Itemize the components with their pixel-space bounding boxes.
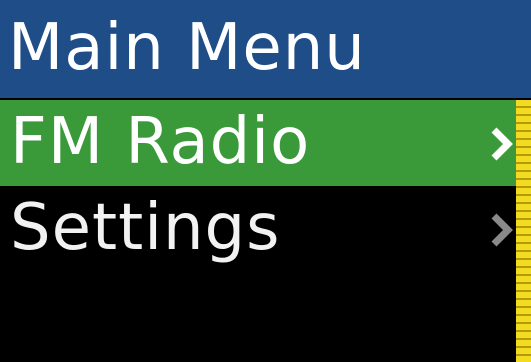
device-screen: Main Menu FM Radio Settings (0, 0, 531, 362)
menu-item-fm-radio[interactable]: FM Radio (0, 100, 516, 186)
menu-item-label: Settings (10, 191, 281, 265)
menu-list: FM Radio Settings (0, 100, 531, 362)
scrollbar-thumb[interactable] (516, 100, 531, 362)
menu-title: Main Menu (8, 11, 366, 85)
menu-item-label: FM Radio (10, 105, 311, 179)
chevron-right-icon (491, 213, 513, 247)
menu-item-settings[interactable]: Settings (0, 186, 516, 272)
menu-header: Main Menu (0, 0, 531, 98)
scrollbar[interactable] (516, 100, 531, 362)
chevron-right-icon (491, 127, 513, 161)
